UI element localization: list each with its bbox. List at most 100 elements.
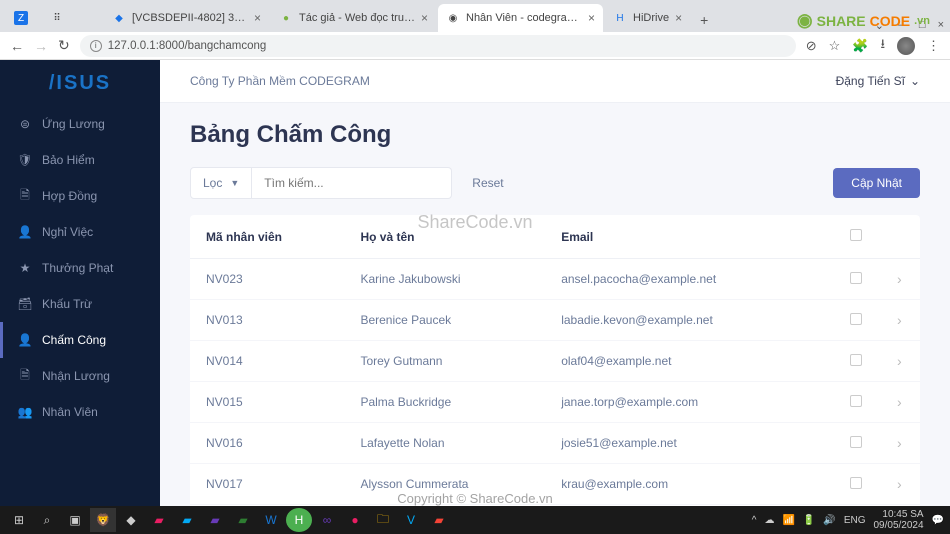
profile-avatar[interactable] bbox=[897, 37, 915, 55]
watermark-logo: ◉ SHARECODE.vn bbox=[797, 10, 930, 31]
nav-icon: ★ bbox=[18, 261, 32, 275]
close-window-icon[interactable]: × bbox=[938, 19, 944, 32]
tab-pinned-2[interactable]: ⠿ bbox=[42, 4, 102, 32]
tb-app-11[interactable]: 🗀 bbox=[370, 508, 396, 532]
reset-link[interactable]: Reset bbox=[472, 176, 503, 190]
tray-wifi-icon[interactable]: 📶 bbox=[782, 515, 794, 526]
page-title: Bảng Chấm Công bbox=[190, 121, 920, 149]
row-checkbox[interactable] bbox=[850, 272, 862, 284]
back-icon[interactable]: ← bbox=[10, 38, 24, 54]
table-row[interactable]: NV016 Lafayette Nolan josie51@example.ne… bbox=[190, 423, 920, 464]
tab-3[interactable]: H HiDrive × bbox=[605, 4, 690, 32]
tb-app-10[interactable]: ● bbox=[342, 508, 368, 532]
sidebar-item-2[interactable]: 🗎Hợp Đồng bbox=[0, 178, 160, 214]
nav-icon: 🛡 bbox=[18, 153, 32, 167]
forward-icon[interactable]: → bbox=[34, 38, 48, 54]
cell-name: Lafayette Nolan bbox=[344, 423, 545, 464]
table-row[interactable]: NV023 Karine Jakubowski ansel.pacocha@ex… bbox=[190, 259, 920, 300]
table-row[interactable]: NV013 Berenice Paucek labadie.kevon@exam… bbox=[190, 300, 920, 341]
filter-button[interactable]: Lọc ▼ bbox=[190, 167, 252, 199]
sidebar-item-6[interactable]: 👤Chấm Công bbox=[0, 322, 160, 358]
table-row[interactable]: NV015 Palma Buckridge janae.torp@example… bbox=[190, 382, 920, 423]
site-info-icon[interactable]: i bbox=[90, 40, 102, 52]
cell-id: NV015 bbox=[190, 382, 344, 423]
col-id: Mã nhân viên bbox=[190, 215, 344, 259]
row-checkbox[interactable] bbox=[850, 354, 862, 366]
close-icon[interactable]: × bbox=[254, 11, 261, 25]
user-dropdown[interactable]: Đặng Tiến Sĩ ⌄ bbox=[836, 74, 920, 88]
sidebar-item-5[interactable]: 🗃Khấu Trừ bbox=[0, 286, 160, 322]
tray-speaker-icon[interactable]: 🔊 bbox=[823, 515, 835, 526]
extension-icon[interactable]: 🧩 bbox=[852, 38, 868, 54]
chevron-right-icon[interactable]: › bbox=[897, 312, 902, 328]
row-checkbox[interactable] bbox=[850, 313, 862, 325]
tab-title: Nhân Viên - codegram.pro bbox=[466, 12, 582, 24]
url-input[interactable]: i 127.0.0.1:8000/bangchamcong bbox=[80, 35, 796, 57]
chevron-right-icon[interactable]: › bbox=[897, 394, 902, 410]
tb-app-6[interactable]: ▰ bbox=[230, 508, 256, 532]
tb-app-9[interactable]: ∞ bbox=[314, 508, 340, 532]
sidebar-item-0[interactable]: ⊜Ứng Lương bbox=[0, 106, 160, 142]
search-button[interactable]: ⌕ bbox=[34, 508, 60, 532]
sidebar-item-7[interactable]: 🗎Nhận Lương bbox=[0, 358, 160, 394]
tray-battery-icon[interactable]: 🔋 bbox=[803, 515, 815, 526]
search-input[interactable] bbox=[252, 167, 452, 199]
update-button[interactable]: Cập Nhật bbox=[833, 168, 920, 198]
tb-app-12[interactable]: V bbox=[398, 508, 424, 532]
tab-pinned-1[interactable]: Z bbox=[6, 4, 40, 32]
close-icon[interactable]: × bbox=[588, 11, 595, 25]
logo: /ISUS bbox=[0, 60, 160, 106]
nav-label: Nghỉ Việc bbox=[42, 225, 93, 239]
nav-label: Khấu Trừ bbox=[42, 297, 92, 311]
tb-app-13[interactable]: ▰ bbox=[426, 508, 452, 532]
table-row[interactable]: NV017 Alysson Cummerata krau@example.com… bbox=[190, 464, 920, 505]
close-icon[interactable]: × bbox=[421, 11, 428, 25]
tray-clock[interactable]: 10:45 SA 09/05/2024 bbox=[873, 509, 923, 531]
chevron-right-icon[interactable]: › bbox=[897, 476, 902, 492]
main-content: Công Ty Phần Mềm CODEGRAM Đặng Tiến Sĩ ⌄… bbox=[160, 60, 950, 506]
col-email: Email bbox=[545, 215, 833, 259]
start-button[interactable]: ⊞ bbox=[6, 508, 32, 532]
tb-app-5[interactable]: ▰ bbox=[202, 508, 228, 532]
tb-app-2[interactable]: ◆ bbox=[118, 508, 144, 532]
close-icon[interactable]: × bbox=[675, 11, 682, 25]
tab-active[interactable]: ◉ Nhân Viên - codegram.pro × bbox=[438, 4, 603, 32]
checkbox-all[interactable] bbox=[850, 229, 862, 241]
sidebar-item-8[interactable]: 👥Nhân Viên bbox=[0, 394, 160, 430]
menu-icon[interactable]: ⋮ bbox=[927, 38, 940, 54]
favicon-icon: ● bbox=[279, 11, 293, 25]
cell-name: Palma Buckridge bbox=[344, 382, 545, 423]
tab-2[interactable]: ● Tác giả - Web đọc truyện × bbox=[271, 4, 436, 32]
star-icon[interactable]: ☆ bbox=[829, 38, 841, 54]
tb-app-7[interactable]: W bbox=[258, 508, 284, 532]
sidebar-item-1[interactable]: 🛡Bảo Hiểm bbox=[0, 142, 160, 178]
reload-icon[interactable]: ↻ bbox=[58, 37, 70, 54]
tray-notification-icon[interactable]: 💬 bbox=[932, 515, 944, 526]
tb-app-1[interactable]: 🦁 bbox=[90, 508, 116, 532]
chevron-right-icon[interactable]: › bbox=[897, 271, 902, 287]
tray-chevron-icon[interactable]: ^ bbox=[752, 515, 757, 526]
table-row[interactable]: NV014 Torey Gutmann olaf04@example.net › bbox=[190, 341, 920, 382]
tb-app-3[interactable]: ▰ bbox=[146, 508, 172, 532]
row-checkbox[interactable] bbox=[850, 477, 862, 489]
chevron-down-icon: ⌄ bbox=[910, 74, 920, 88]
tray-lang[interactable]: ENG bbox=[844, 515, 866, 526]
address-bar: ← → ↻ i 127.0.0.1:8000/bangchamcong ⊘ ☆ … bbox=[0, 32, 950, 60]
link-icon[interactable]: ⊘ bbox=[806, 38, 817, 54]
chevron-right-icon[interactable]: › bbox=[897, 353, 902, 369]
taskview-button[interactable]: ▣ bbox=[62, 508, 88, 532]
tray-cloud-icon[interactable]: ☁ bbox=[764, 515, 774, 526]
nav-icon: 👤 bbox=[18, 333, 32, 347]
cell-email: josie51@example.net bbox=[545, 423, 833, 464]
new-tab-button[interactable]: + bbox=[692, 8, 716, 32]
row-checkbox[interactable] bbox=[850, 436, 862, 448]
cell-email: ansel.pacocha@example.net bbox=[545, 259, 833, 300]
tb-app-4[interactable]: ▰ bbox=[174, 508, 200, 532]
sidebar-item-3[interactable]: 👤Nghỉ Việc bbox=[0, 214, 160, 250]
tab-1[interactable]: ◆ [VCBSDEPII-4802] 3.2. Xử lý gán × bbox=[104, 4, 269, 32]
sidebar-item-4[interactable]: ★Thưởng Phạt bbox=[0, 250, 160, 286]
download-icon[interactable]: ⭳ bbox=[880, 35, 885, 57]
chevron-right-icon[interactable]: › bbox=[897, 435, 902, 451]
tb-app-8[interactable]: H bbox=[286, 508, 312, 532]
row-checkbox[interactable] bbox=[850, 395, 862, 407]
